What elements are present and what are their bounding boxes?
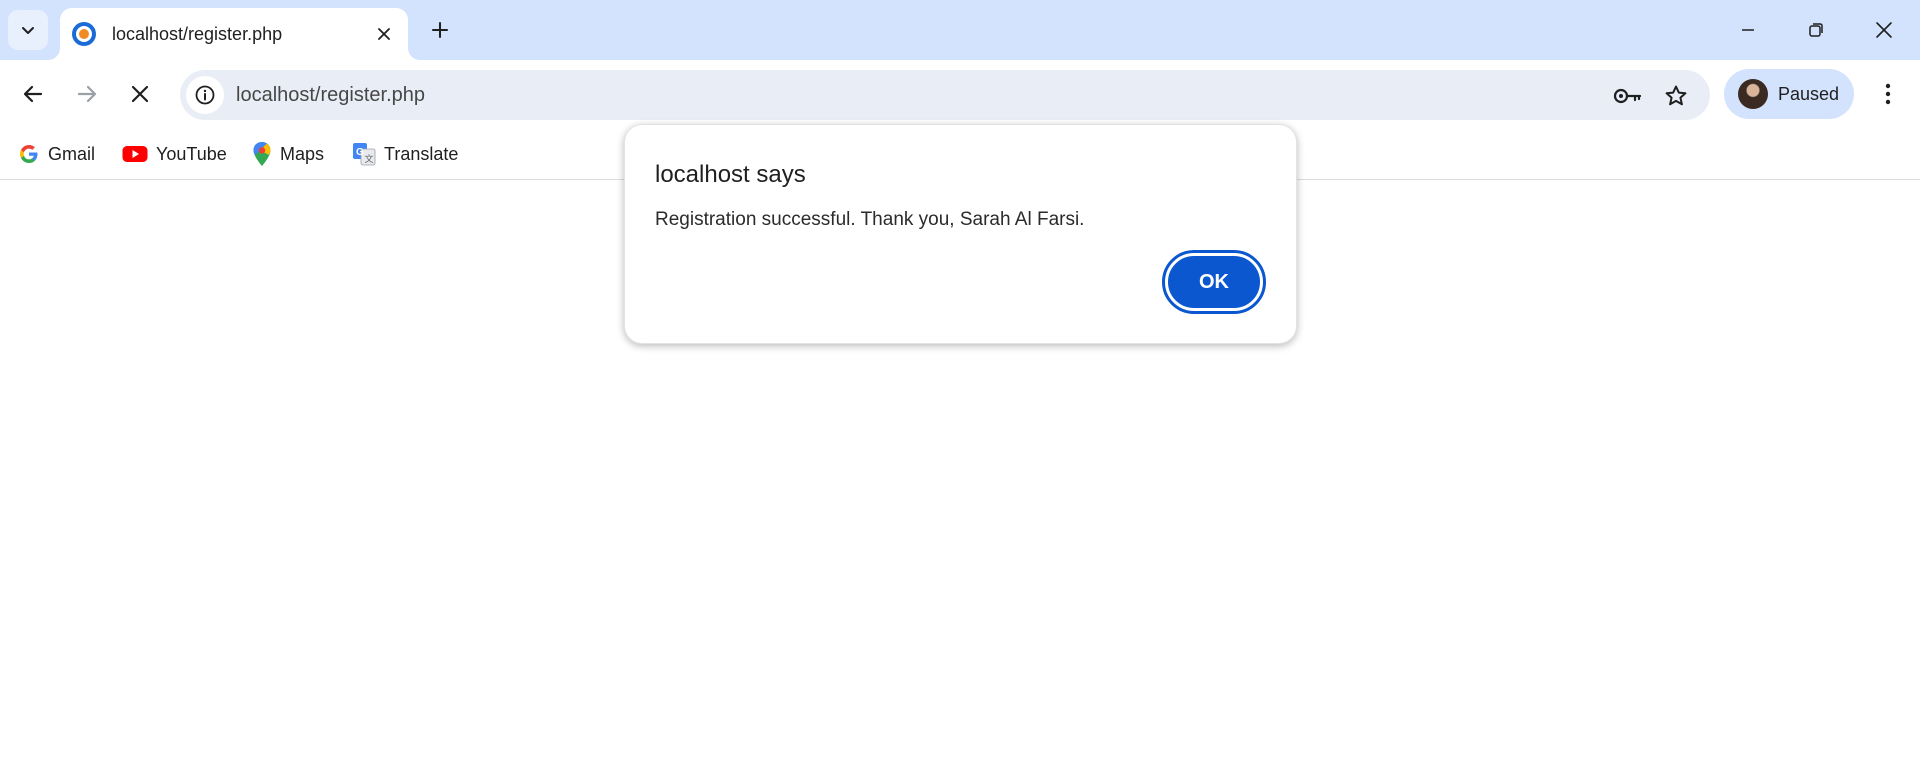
address-bar[interactable]: localhost/register.php (180, 70, 1710, 120)
tab-close-button[interactable] (370, 20, 398, 48)
youtube-icon (122, 146, 148, 162)
minimize-icon (1742, 29, 1754, 31)
close-window-button[interactable] (1852, 0, 1916, 60)
profile-status-label: Paused (1778, 83, 1840, 104)
url-text[interactable]: localhost/register.php (236, 84, 425, 107)
chevron-down-icon (22, 27, 34, 34)
toolbar: localhost/register.php Paused (0, 60, 1920, 128)
bookmark-youtube[interactable]: YouTube (122, 138, 227, 170)
browser-menu-button[interactable] (1868, 74, 1908, 114)
info-icon (195, 85, 215, 105)
back-button[interactable] (13, 74, 53, 114)
stop-loading-button[interactable] (120, 74, 160, 114)
bookmark-maps[interactable]: Maps (252, 138, 324, 170)
maps-icon (253, 142, 271, 166)
bookmark-star-button[interactable] (1660, 80, 1692, 112)
bookmark-gmail[interactable]: Gmail (18, 138, 95, 170)
bookmark-translate[interactable]: G 文 Translate (352, 138, 458, 170)
forward-button[interactable] (67, 74, 107, 114)
dialog-message: Registration successful. Thank you, Sara… (655, 209, 1085, 230)
more-vert-icon (1885, 83, 1891, 105)
site-favicon-icon (72, 22, 96, 46)
svg-text:G: G (356, 147, 364, 158)
dialog-title: localhost says (655, 161, 806, 188)
bookmark-label: Gmail (48, 143, 96, 164)
ok-button[interactable]: OK (1162, 250, 1266, 314)
key-icon (1613, 88, 1642, 104)
close-icon (378, 28, 390, 40)
bookmark-label: YouTube (156, 143, 227, 164)
avatar (1738, 79, 1768, 109)
plus-icon (432, 22, 448, 38)
profile-button[interactable]: Paused (1724, 69, 1854, 119)
password-key-button[interactable] (1612, 80, 1644, 112)
translate-icon: G 文 (353, 143, 376, 166)
site-info-button[interactable] (186, 76, 224, 114)
restore-button[interactable] (1784, 0, 1848, 60)
bookmark-label: Maps (280, 143, 325, 164)
active-tab[interactable]: localhost/register.php (60, 8, 408, 60)
close-icon (131, 85, 149, 103)
close-icon (1876, 22, 1892, 38)
tab-search-button[interactable] (8, 10, 48, 50)
star-icon (1665, 85, 1687, 106)
restore-icon (1809, 23, 1823, 37)
arrow-right-icon (77, 85, 97, 103)
arrow-left-icon (23, 85, 43, 103)
alert-dialog: localhost says Registration successful. … (624, 124, 1297, 344)
minimize-button[interactable] (1716, 0, 1780, 60)
new-tab-button[interactable] (422, 12, 458, 48)
tab-strip: localhost/register.php (0, 0, 1920, 60)
google-icon (20, 145, 38, 163)
svg-text:文: 文 (365, 153, 374, 165)
bookmark-label: Translate (384, 143, 459, 164)
tab-title: localhost/register.php (112, 23, 283, 44)
